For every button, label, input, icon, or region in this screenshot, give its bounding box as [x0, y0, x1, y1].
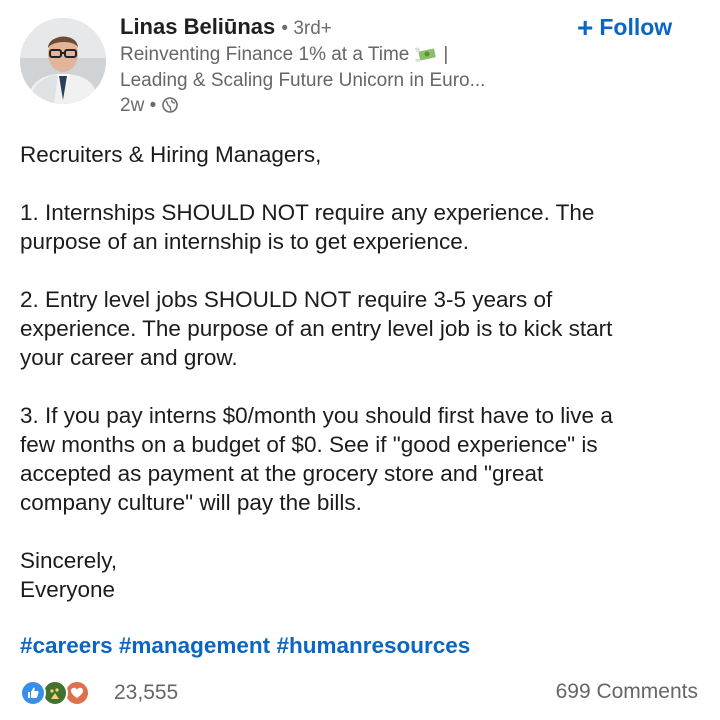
post-point-3: 3. If you pay interns $0/month you shoul…	[20, 403, 613, 515]
meta-separator: •	[149, 95, 162, 116]
author-name[interactable]: Linas Beliūnas	[120, 14, 275, 39]
hashtags: #careers #management #humanresources	[20, 633, 470, 659]
globe-icon	[161, 97, 178, 113]
author-headline: Reinventing Finance 1% at a Time | Leadi…	[120, 42, 550, 94]
like-icon	[20, 680, 46, 706]
avatar[interactable]	[20, 18, 106, 104]
post-body: Recruiters & Hiring Managers, 1. Interns…	[20, 140, 710, 633]
author-name-line[interactable]: Linas Beliūnas • 3rd+	[120, 14, 332, 40]
connection-degree: • 3rd+	[281, 18, 332, 39]
money-with-wings-icon	[415, 47, 437, 62]
hashtag-link[interactable]: #management	[119, 633, 270, 658]
reaction-icons	[20, 680, 104, 706]
hashtag-link[interactable]: #careers	[20, 633, 113, 658]
linkedin-post: Linas Beliūnas • 3rd+ Reinventing Financ…	[0, 0, 720, 720]
comments-count[interactable]: 699 Comments	[556, 680, 698, 704]
reactions-summary[interactable]: 23,555	[20, 679, 178, 707]
headline-line-2: Leading & Scaling Future Unicorn in Euro…	[120, 70, 486, 91]
post-meta: 2w •	[120, 95, 178, 117]
profile-photo-icon	[20, 18, 106, 104]
follow-button[interactable]: + Follow	[577, 14, 672, 42]
post-timestamp: 2w	[120, 95, 145, 116]
post-greeting: Recruiters & Hiring Managers,	[20, 142, 322, 167]
headline-line-1: Reinventing Finance 1% at a Time |	[120, 44, 449, 65]
follow-label: Follow	[599, 14, 673, 40]
reactions-count[interactable]: 23,555	[114, 681, 178, 705]
post-point-1: 1. Internships SHOULD NOT require any ex…	[20, 200, 595, 254]
post-point-2: 2. Entry level jobs SHOULD NOT require 3…	[20, 287, 613, 370]
hashtag-link[interactable]: #humanresources	[276, 633, 470, 658]
post-signoff: Sincerely, Everyone	[20, 548, 118, 602]
plus-icon: +	[577, 12, 594, 43]
